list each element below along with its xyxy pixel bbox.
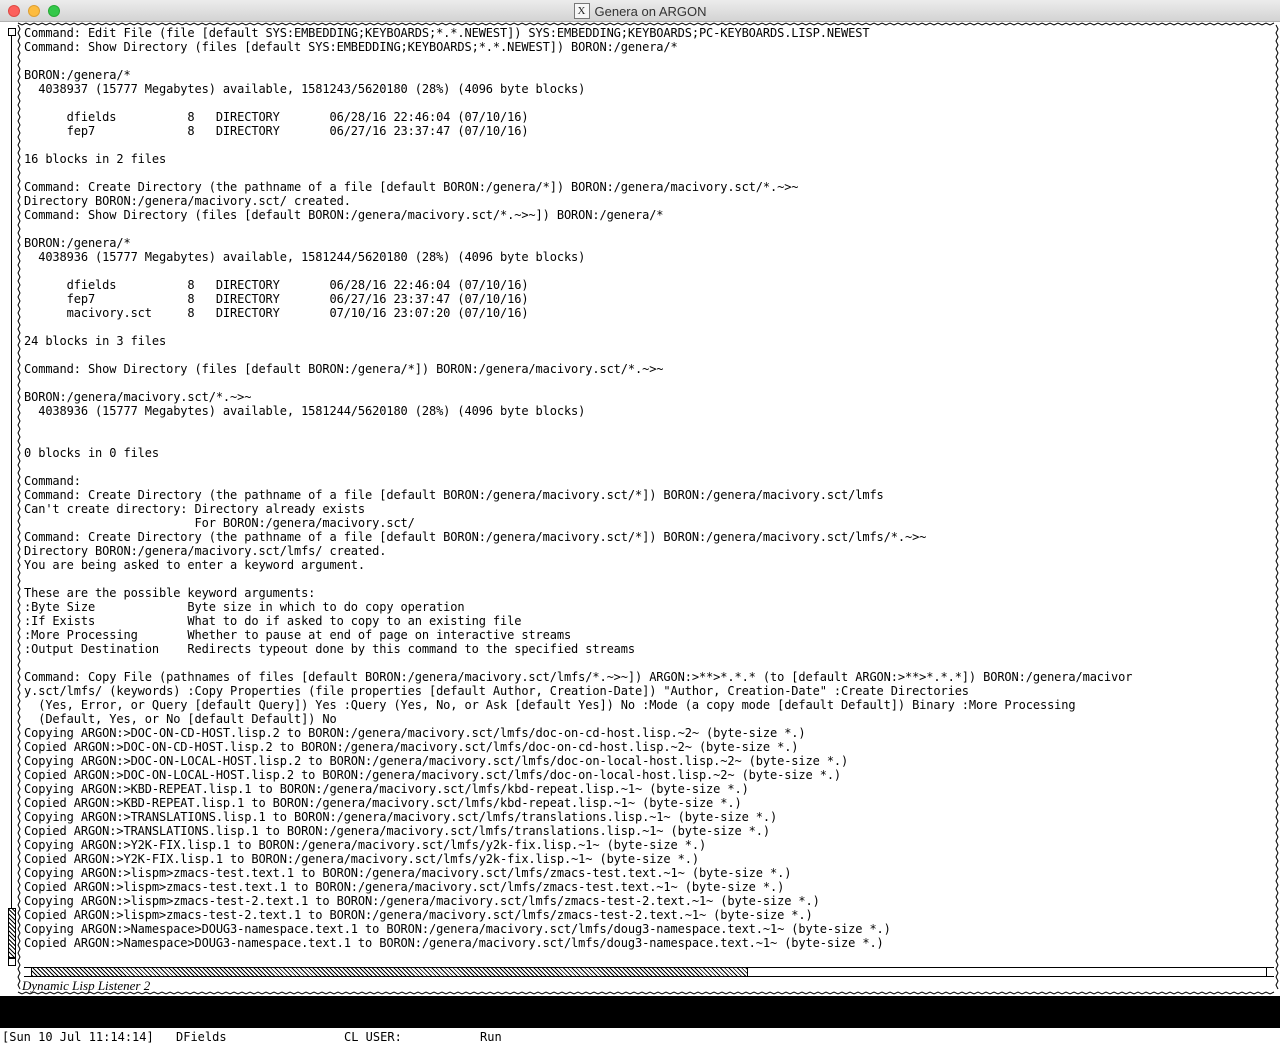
listener-line[interactable]: Copied ARGON:>lispm>zmacs-test.text.1 to… [24, 880, 1274, 894]
listener-line[interactable]: Command: Show Directory (files [default … [24, 40, 1274, 54]
listener-line[interactable]: :Byte Size Byte size in which to do copy… [24, 600, 1274, 614]
listener-line[interactable] [24, 572, 1274, 586]
scroll-thumb[interactable] [8, 908, 16, 958]
listener-line[interactable] [24, 656, 1274, 670]
listener-line[interactable]: Copied ARGON:>TRANSLATIONS.lisp.1 to BOR… [24, 824, 1274, 838]
listener-line[interactable]: Command: Create Directory (the pathname … [24, 530, 1274, 544]
listener-line[interactable] [24, 222, 1274, 236]
listener-line[interactable] [24, 138, 1274, 152]
hscroll-right-box[interactable] [1266, 968, 1274, 976]
listener-line[interactable]: Command: Edit File (file [default SYS:EM… [24, 26, 1274, 40]
mouse-documentation-line [0, 996, 1280, 1028]
window-title-bar: X Genera on ARGON [0, 0, 1280, 22]
status-process-state: Run [480, 1030, 502, 1044]
listener-line[interactable]: You are being asked to enter a keyword a… [24, 558, 1274, 572]
listener-line[interactable]: Copying ARGON:>lispm>zmacs-test.text.1 t… [24, 866, 1274, 880]
hscroll-thumb[interactable] [32, 968, 748, 976]
listener-line[interactable]: BORON:/genera/* [24, 68, 1274, 82]
listener-line[interactable]: Copied ARGON:>DOC-ON-LOCAL-HOST.lisp.2 t… [24, 768, 1274, 782]
listener-line[interactable] [24, 54, 1274, 68]
listener-line[interactable]: dfields 8 DIRECTORY 06/28/16 22:46:04 (0… [24, 278, 1274, 292]
listener-line[interactable]: 4038937 (15777 Megabytes) available, 158… [24, 82, 1274, 96]
listener-line[interactable]: Command: Show Directory (files [default … [24, 208, 1274, 222]
listener-line[interactable] [24, 418, 1274, 432]
listener-line[interactable]: dfields 8 DIRECTORY 06/28/16 22:46:04 (0… [24, 110, 1274, 124]
genera-frame: Command: Edit File (file [default SYS:EM… [0, 22, 1280, 996]
vertical-scroll-bar[interactable] [8, 28, 16, 966]
listener-line[interactable]: Copying ARGON:>Namespace>DOUG3-namespace… [24, 922, 1274, 936]
status-datetime: [Sun 10 Jul 11:14:14] [2, 1030, 154, 1044]
pane-label: Dynamic Lisp Listener 2 [22, 978, 151, 993]
window-title: Genera on ARGON [594, 3, 707, 19]
listener-line[interactable]: Copying ARGON:>Y2K-FIX.lisp.1 to BORON:/… [24, 838, 1274, 852]
listener-line[interactable]: :If Exists What to do if asked to copy t… [24, 614, 1274, 628]
listener-line[interactable]: (Yes, Error, or Query [default Query]) Y… [24, 698, 1274, 712]
scroll-bottom-box[interactable] [8, 958, 16, 966]
listener-line[interactable]: (Default, Yes, or No [default Default]) … [24, 712, 1274, 726]
listener-line[interactable]: Copied ARGON:>Namespace>DOUG3-namespace.… [24, 936, 1274, 950]
hscroll-left-box[interactable] [24, 968, 32, 976]
listener-line[interactable]: Directory BORON:/genera/macivory.sct/ cr… [24, 194, 1274, 208]
listener-line[interactable]: Copying ARGON:>DOC-ON-CD-HOST.lisp.2 to … [24, 726, 1274, 740]
listener-line[interactable]: 16 blocks in 2 files [24, 152, 1274, 166]
listener-line[interactable]: :Output Destination Redirects typeout do… [24, 642, 1274, 656]
scroll-top-box[interactable] [8, 28, 16, 36]
listener-line[interactable]: Command: Create Directory (the pathname … [24, 488, 1274, 502]
listener-line[interactable]: Can't create directory: Directory alread… [24, 502, 1274, 516]
horizontal-scroll-bar[interactable] [24, 967, 1274, 977]
listener-line[interactable]: Copied ARGON:>Y2K-FIX.lisp.1 to BORON:/g… [24, 852, 1274, 866]
status-user: DFields [176, 1030, 227, 1044]
listener-line[interactable]: BORON:/genera/* [24, 236, 1274, 250]
listener-line[interactable]: fep7 8 DIRECTORY 06/27/16 23:37:47 (07/1… [24, 124, 1274, 138]
listener-line[interactable] [24, 376, 1274, 390]
listener-line[interactable]: :More Processing Whether to pause at end… [24, 628, 1274, 642]
listener-line[interactable]: Command: Create Directory (the pathname … [24, 180, 1274, 194]
window-title-group: X Genera on ARGON [0, 0, 1280, 22]
listener-line[interactable] [24, 460, 1274, 474]
listener-line[interactable]: Copying ARGON:>DOC-ON-LOCAL-HOST.lisp.2 … [24, 754, 1274, 768]
listener-line[interactable]: macivory.sct 8 DIRECTORY 07/10/16 23:07:… [24, 306, 1274, 320]
listener-line[interactable] [24, 96, 1274, 110]
listener-line[interactable] [24, 432, 1274, 446]
listener-line[interactable]: Copying ARGON:>TRANSLATIONS.lisp.1 to BO… [24, 810, 1274, 824]
lisp-listener-output[interactable]: Command: Edit File (file [default SYS:EM… [24, 26, 1274, 966]
listener-line[interactable]: 4038936 (15777 Megabytes) available, 158… [24, 404, 1274, 418]
scroll-track[interactable] [11, 36, 12, 908]
listener-line[interactable]: fep7 8 DIRECTORY 06/27/16 23:37:47 (07/1… [24, 292, 1274, 306]
listener-line[interactable]: Copying ARGON:>KBD-REPEAT.lisp.1 to BORO… [24, 782, 1274, 796]
listener-line[interactable]: Command: Copy File (pathnames of files [… [24, 670, 1274, 684]
listener-line[interactable]: BORON:/genera/macivory.sct/*.~>~ [24, 390, 1274, 404]
listener-line[interactable] [24, 264, 1274, 278]
listener-line[interactable]: y.sct/lmfs/ (keywords) :Copy Properties … [24, 684, 1274, 698]
listener-line[interactable]: These are the possible keyword arguments… [24, 586, 1274, 600]
status-line: [Sun 10 Jul 11:14:14] DFields CL USER: R… [0, 1028, 1280, 1046]
listener-line[interactable]: Copied ARGON:>KBD-REPEAT.lisp.1 to BORON… [24, 796, 1274, 810]
listener-line[interactable] [24, 166, 1274, 180]
listener-line[interactable]: Copied ARGON:>lispm>zmacs-test-2.text.1 … [24, 908, 1274, 922]
x11-icon: X [573, 3, 590, 19]
listener-line[interactable]: 24 blocks in 3 files [24, 334, 1274, 348]
listener-line[interactable]: 0 blocks in 0 files [24, 446, 1274, 460]
listener-line[interactable]: 4038936 (15777 Megabytes) available, 158… [24, 250, 1274, 264]
status-package: CL USER: [344, 1030, 402, 1044]
listener-line[interactable] [24, 348, 1274, 362]
listener-line[interactable]: Copied ARGON:>DOC-ON-CD-HOST.lisp.2 to B… [24, 740, 1274, 754]
listener-line[interactable] [24, 320, 1274, 334]
listener-line[interactable]: Command: Show Directory (files [default … [24, 362, 1274, 376]
listener-line[interactable]: Directory BORON:/genera/macivory.sct/lmf… [24, 544, 1274, 558]
listener-line[interactable]: Command: [24, 474, 1274, 488]
listener-line[interactable]: Copying ARGON:>lispm>zmacs-test-2.text.1… [24, 894, 1274, 908]
listener-line[interactable]: For BORON:/genera/macivory.sct/ [24, 516, 1274, 530]
